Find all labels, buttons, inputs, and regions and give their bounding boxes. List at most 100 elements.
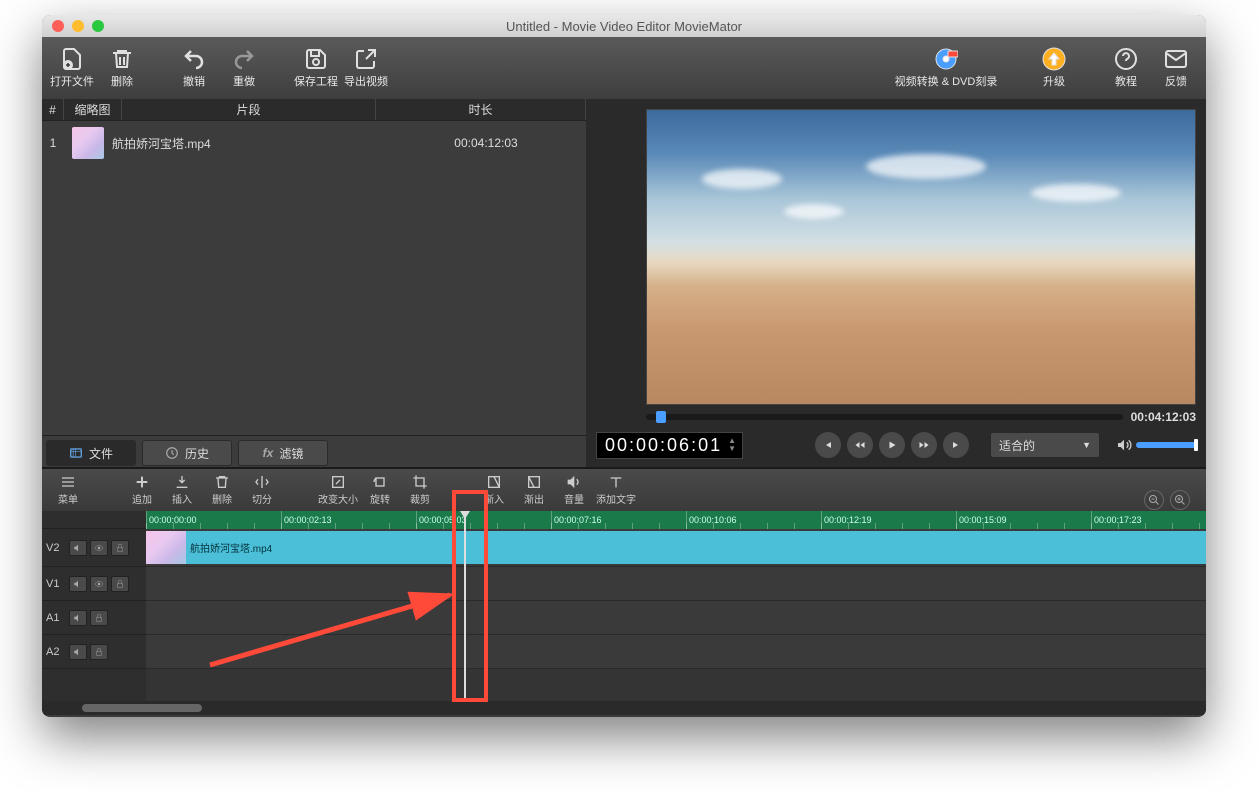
rotate-icon xyxy=(372,474,388,490)
forward-icon xyxy=(918,439,930,451)
mute-a2[interactable] xyxy=(69,644,87,660)
volume-icon xyxy=(566,474,582,490)
zoom-out-button[interactable] xyxy=(1144,490,1164,510)
hide-v2[interactable] xyxy=(90,540,108,556)
playlist-row[interactable]: 1 航拍娇河宝塔.mp4 00:04:12:03 xyxy=(42,121,586,165)
timecode-down[interactable]: ▼ xyxy=(726,445,740,453)
zoom-in-button[interactable] xyxy=(1170,490,1190,510)
clip-thumbnail xyxy=(72,127,104,159)
chevron-down-icon: ▼ xyxy=(1082,440,1091,450)
export-video-button[interactable]: 导出视频 xyxy=(342,40,390,96)
open-file-button[interactable]: 打开文件 xyxy=(48,40,96,96)
play-icon xyxy=(886,439,898,451)
total-duration: 00:04:12:03 xyxy=(1131,410,1196,424)
lock-icon xyxy=(94,647,104,657)
track-a2[interactable] xyxy=(146,635,1206,669)
maximize-window-button[interactable] xyxy=(92,20,104,32)
timeline-ruler[interactable]: 00:00:00:00 00:00:02:13 00:00:05:03 00:0… xyxy=(146,511,1206,529)
hide-v1[interactable] xyxy=(90,576,108,592)
tutorial-button[interactable]: 教程 xyxy=(1102,40,1150,96)
track-label-v1: V1 xyxy=(42,567,146,601)
text-icon xyxy=(608,474,624,490)
trash-icon xyxy=(110,47,134,71)
volume-slider[interactable] xyxy=(1136,442,1196,448)
timecode-display[interactable]: 00:00:06:01 ▲ ▼ xyxy=(596,432,743,459)
dvd-icon xyxy=(934,47,958,71)
zoom-in-icon xyxy=(1174,494,1186,506)
forward-button[interactable] xyxy=(910,431,938,459)
lock-v1[interactable] xyxy=(111,576,129,592)
volume-button[interactable]: 音量 xyxy=(556,471,592,509)
col-clip[interactable]: 片段 xyxy=(122,99,376,120)
speaker-icon xyxy=(73,579,83,589)
undo-button[interactable]: 撤销 xyxy=(170,40,218,96)
save-project-button[interactable]: 保存工程 xyxy=(292,40,340,96)
zoom-fit-select[interactable]: 适合的 ▼ xyxy=(990,432,1100,458)
col-thumbnail[interactable]: 缩略图 xyxy=(64,99,122,120)
main-toolbar: 打开文件 删除 撤销 重做 保存工程 导出视频 视频转换 & DVD刻录 xyxy=(42,37,1206,99)
fadein-button[interactable]: 渐入 xyxy=(476,471,512,509)
menu-button[interactable]: 菜单 xyxy=(50,471,86,509)
convert-dvd-button[interactable]: 视频转换 & DVD刻录 xyxy=(886,40,1006,96)
timeline-scrollbar[interactable] xyxy=(42,701,1206,715)
mute-a1[interactable] xyxy=(69,610,87,626)
video-clip[interactable]: 航拍娇河宝塔.mp4 xyxy=(146,531,1206,564)
scroll-thumb[interactable] xyxy=(82,704,202,712)
split-button[interactable]: 切分 xyxy=(244,471,280,509)
track-v2[interactable]: 航拍娇河宝塔.mp4 xyxy=(146,529,1206,567)
rewind-button[interactable] xyxy=(846,431,874,459)
track-v1[interactable] xyxy=(146,567,1206,601)
app-window: Untitled - Movie Video Editor MovieMator… xyxy=(42,15,1206,717)
rotate-button[interactable]: 旋转 xyxy=(362,471,398,509)
fadeout-icon xyxy=(526,474,542,490)
trash-icon xyxy=(214,474,230,490)
col-duration[interactable]: 时长 xyxy=(376,99,586,120)
progress-knob[interactable] xyxy=(656,411,666,423)
fadeout-button[interactable]: 渐出 xyxy=(516,471,552,509)
mute-v1[interactable] xyxy=(69,576,87,592)
timeline-panel: 菜单 追加 插入 删除 切分 改变大小 xyxy=(42,467,1206,715)
add-text-button[interactable]: 添加文字 xyxy=(596,471,636,509)
mute-v2[interactable] xyxy=(69,540,87,556)
skip-end-button[interactable] xyxy=(942,431,970,459)
fadein-icon xyxy=(486,474,502,490)
crop-button[interactable]: 裁剪 xyxy=(402,471,438,509)
timeline-toolbar: 菜单 追加 插入 删除 切分 改变大小 xyxy=(42,469,1206,511)
close-window-button[interactable] xyxy=(52,20,64,32)
tab-history[interactable]: 历史 xyxy=(142,440,232,466)
redo-button[interactable]: 重做 xyxy=(220,40,268,96)
export-icon xyxy=(354,47,378,71)
lock-a2[interactable] xyxy=(90,644,108,660)
tl-delete-button[interactable]: 删除 xyxy=(204,471,240,509)
resize-button[interactable]: 改变大小 xyxy=(318,471,358,509)
append-button[interactable]: 追加 xyxy=(124,471,160,509)
play-button[interactable] xyxy=(878,431,906,459)
tab-file[interactable]: 文件 xyxy=(46,440,136,466)
video-preview[interactable] xyxy=(646,109,1196,405)
lock-v2[interactable] xyxy=(111,540,129,556)
track-area[interactable]: 00:00:00:00 00:00:02:13 00:00:05:03 00:0… xyxy=(146,511,1206,701)
speaker-icon xyxy=(73,647,83,657)
progress-bar[interactable] xyxy=(646,414,1123,420)
clip-thumbnail xyxy=(146,531,186,564)
track-a1[interactable] xyxy=(146,601,1206,635)
redo-icon xyxy=(232,47,256,71)
delete-button[interactable]: 删除 xyxy=(98,40,146,96)
track-label-a2: A2 xyxy=(42,635,146,669)
tab-filters[interactable]: fx 滤镜 xyxy=(238,440,328,466)
track-label-a1: A1 xyxy=(42,601,146,635)
volume-icon[interactable] xyxy=(1116,437,1132,453)
fx-icon: fx xyxy=(263,446,274,460)
playhead[interactable] xyxy=(464,511,466,701)
feedback-button[interactable]: 反馈 xyxy=(1152,40,1200,96)
insert-icon xyxy=(174,474,190,490)
speaker-icon xyxy=(73,543,83,553)
insert-button[interactable]: 插入 xyxy=(164,471,200,509)
skip-start-button[interactable] xyxy=(814,431,842,459)
col-index[interactable]: # xyxy=(42,99,64,120)
split-icon xyxy=(254,474,270,490)
upgrade-button[interactable]: 升级 xyxy=(1030,40,1078,96)
lock-a1[interactable] xyxy=(90,610,108,626)
minimize-window-button[interactable] xyxy=(72,20,84,32)
titlebar: Untitled - Movie Video Editor MovieMator xyxy=(42,15,1206,37)
